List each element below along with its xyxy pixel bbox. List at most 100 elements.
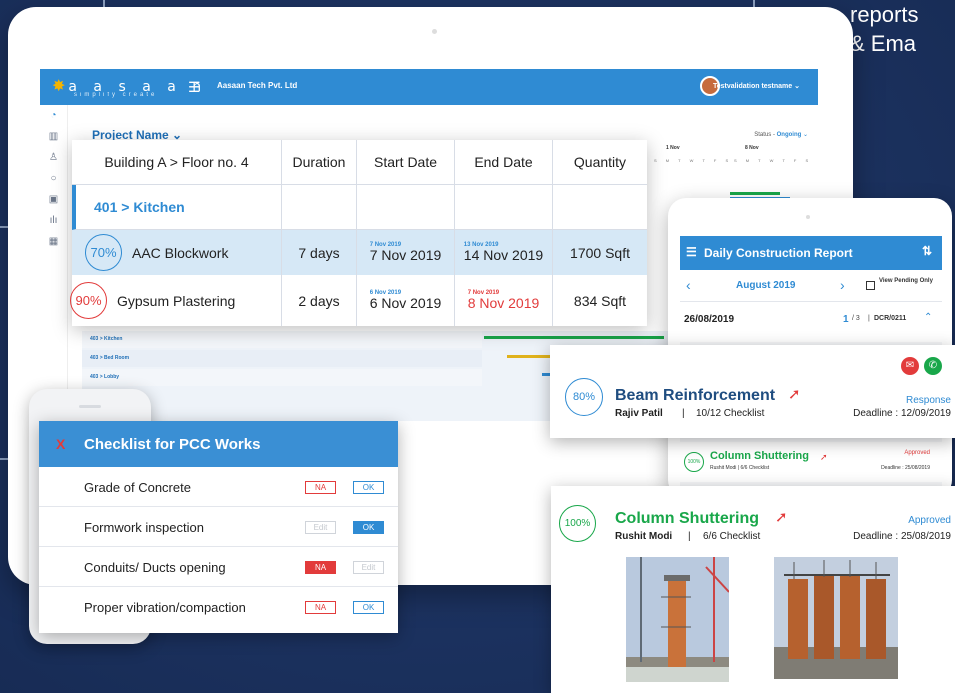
- end-cell: 13 Nov 2019 14 Nov 2019: [455, 230, 553, 275]
- frame-line: [0, 458, 8, 460]
- checklist-item: Conduits/ Ducts opening NA Edit: [39, 547, 398, 587]
- close-icon[interactable]: X: [56, 436, 65, 452]
- chart-icon[interactable]: ılı: [40, 210, 67, 231]
- card-deadline: Deadline : 12/09/2019: [853, 408, 951, 419]
- speaker: [79, 405, 101, 408]
- card-title: Column Shuttering: [615, 510, 759, 527]
- gantt-row[interactable]: 403 > Kitchen: [82, 331, 482, 348]
- end-date: 14 Nov 2019: [463, 247, 544, 264]
- dcr-card[interactable]: 100% Column Shuttering ➚ Approved Rushit…: [680, 442, 942, 482]
- view-pending-checkbox[interactable]: [866, 281, 875, 290]
- card-person: Rushit Modi: [615, 531, 673, 542]
- site-photo[interactable]: [774, 557, 898, 679]
- section-label: 401 > Kitchen: [76, 185, 282, 229]
- na-button[interactable]: NA: [305, 601, 336, 614]
- company-name: Aasaan Tech Pvt. Ltd: [217, 81, 298, 90]
- menu-icon[interactable]: ☰: [686, 245, 697, 259]
- building-icon[interactable]: ▥: [40, 126, 67, 147]
- checklist-item: Proper vibration/compaction NA OK: [39, 587, 398, 627]
- brand-tagline: simplify create: [74, 92, 158, 98]
- ok-button[interactable]: OK: [353, 521, 384, 534]
- table-row[interactable]: 70% AAC Blockwork 7 days 7 Nov 2019 7 Nov…: [72, 230, 647, 275]
- separator: |: [682, 408, 685, 419]
- card-deadline: Deadline : 25/08/2019: [881, 465, 930, 471]
- start-date: 6 Nov 2019: [369, 295, 442, 312]
- start-date: 7 Nov 2019: [369, 247, 442, 264]
- quantity-cell: 834 Sqft: [573, 292, 627, 309]
- gantt-bar: [484, 336, 664, 339]
- item-label: Grade of Concrete: [84, 480, 191, 495]
- na-button[interactable]: NA: [305, 561, 336, 574]
- progress-badge: 100%: [559, 505, 596, 542]
- grid-icon[interactable]: ▦: [40, 231, 67, 252]
- checklist-title: Checklist for PCC Works: [84, 436, 261, 453]
- menu-icon[interactable]: ☰: [188, 79, 201, 96]
- card-title: Column Shuttering: [710, 450, 809, 462]
- card-status: Approved: [908, 515, 951, 526]
- duration-cell: 2 days: [282, 275, 357, 326]
- separator: |: [868, 315, 870, 322]
- card-checklist: 10/12 Checklist: [696, 408, 765, 419]
- card-status: Approved: [904, 450, 930, 456]
- card-status: Response: [905, 395, 951, 406]
- ok-button[interactable]: OK: [353, 601, 384, 614]
- dcr-page: 1: [843, 314, 849, 325]
- gantt-row[interactable]: 403 > Lobby: [82, 369, 482, 386]
- marketing-text: reports & Ema: [850, 2, 919, 56]
- gantt-row[interactable]: 403 > Bed Room: [82, 350, 482, 367]
- user-icon[interactable]: ♙: [40, 147, 67, 168]
- ok-button[interactable]: OK: [353, 481, 384, 494]
- dcr-summary[interactable]: 26/08/2019 1 / 3 | DCR/0211 ⌃: [680, 302, 942, 342]
- beam-reinforcement-card[interactable]: 80% Beam Reinforcement ➚ ✉ ✆ Rajiv Patil…: [550, 345, 955, 438]
- edit-button[interactable]: Edit: [305, 521, 336, 534]
- duration-cell: 7 days: [282, 230, 357, 275]
- view-pending-label: View Pending Only: [879, 278, 933, 284]
- checklist-header: X Checklist for PCC Works: [39, 421, 398, 467]
- task-cell: 70% AAC Blockwork: [72, 230, 282, 275]
- empty-cell: [357, 185, 455, 229]
- card-title: Beam Reinforcement: [615, 387, 776, 404]
- na-button[interactable]: NA: [305, 481, 336, 494]
- empty-cell: [282, 185, 357, 229]
- card-person: Rajiv Patil: [615, 408, 663, 419]
- dashboard-icon[interactable]: ◔: [40, 105, 67, 126]
- status-filter[interactable]: Status - Ongoing ⌄: [754, 131, 808, 138]
- edit-button[interactable]: Edit: [353, 561, 384, 574]
- email-icon[interactable]: ✉: [901, 357, 919, 375]
- gantt-bar: [730, 192, 780, 195]
- gantt-week-label: 8 Nov: [745, 145, 759, 151]
- camera-dot: [806, 215, 810, 219]
- separator: |: [688, 531, 691, 542]
- section-row[interactable]: 401 > Kitchen: [72, 185, 647, 230]
- checklist-item: Formwork inspection Edit OK: [39, 507, 398, 547]
- task-name: AAC Blockwork: [132, 244, 229, 261]
- arrow-icon: ➚: [788, 386, 801, 403]
- table-row[interactable]: 90% Gypsum Plastering 2 days 6 Nov 2019 6…: [70, 275, 647, 326]
- item-label: Formwork inspection: [84, 520, 204, 535]
- dcr-page-total: / 3: [852, 315, 860, 322]
- site-photo[interactable]: [626, 557, 729, 682]
- gantt-days: S M T W T F S: [654, 158, 733, 163]
- col-duration: Duration: [282, 140, 357, 184]
- col-end: End Date: [455, 140, 553, 184]
- next-month-icon[interactable]: ›: [840, 277, 845, 293]
- progress-badge: 100%: [684, 452, 704, 472]
- arrow-icon: ➚: [820, 452, 828, 462]
- progress-badge: 90%: [70, 282, 107, 319]
- gantt-days: S M T W T F S: [734, 158, 813, 163]
- filter-icon[interactable]: ⇅: [922, 244, 932, 258]
- whatsapp-icon[interactable]: ✆: [924, 357, 942, 375]
- empty-cell: [455, 185, 553, 229]
- user-menu[interactable]: Testvalidation testname ⌄: [713, 82, 800, 90]
- prev-month-icon[interactable]: ‹: [686, 277, 691, 293]
- circle-icon[interactable]: ○: [40, 168, 67, 189]
- column-shuttering-card[interactable]: 100% Column Shuttering ➚ Rushit Modi | 6…: [551, 486, 955, 693]
- col-quantity: Quantity: [573, 154, 627, 170]
- col-location: Building A > Floor no. 4: [72, 140, 282, 184]
- collapse-icon[interactable]: ⌃: [924, 312, 932, 323]
- progress-badge: 80%: [565, 378, 603, 416]
- dcr-date: 26/08/2019: [684, 314, 735, 325]
- start-cell: 6 Nov 2019 6 Nov 2019: [357, 275, 455, 326]
- task-name: Gypsum Plastering: [117, 292, 236, 309]
- calendar-icon[interactable]: ▣: [40, 189, 67, 210]
